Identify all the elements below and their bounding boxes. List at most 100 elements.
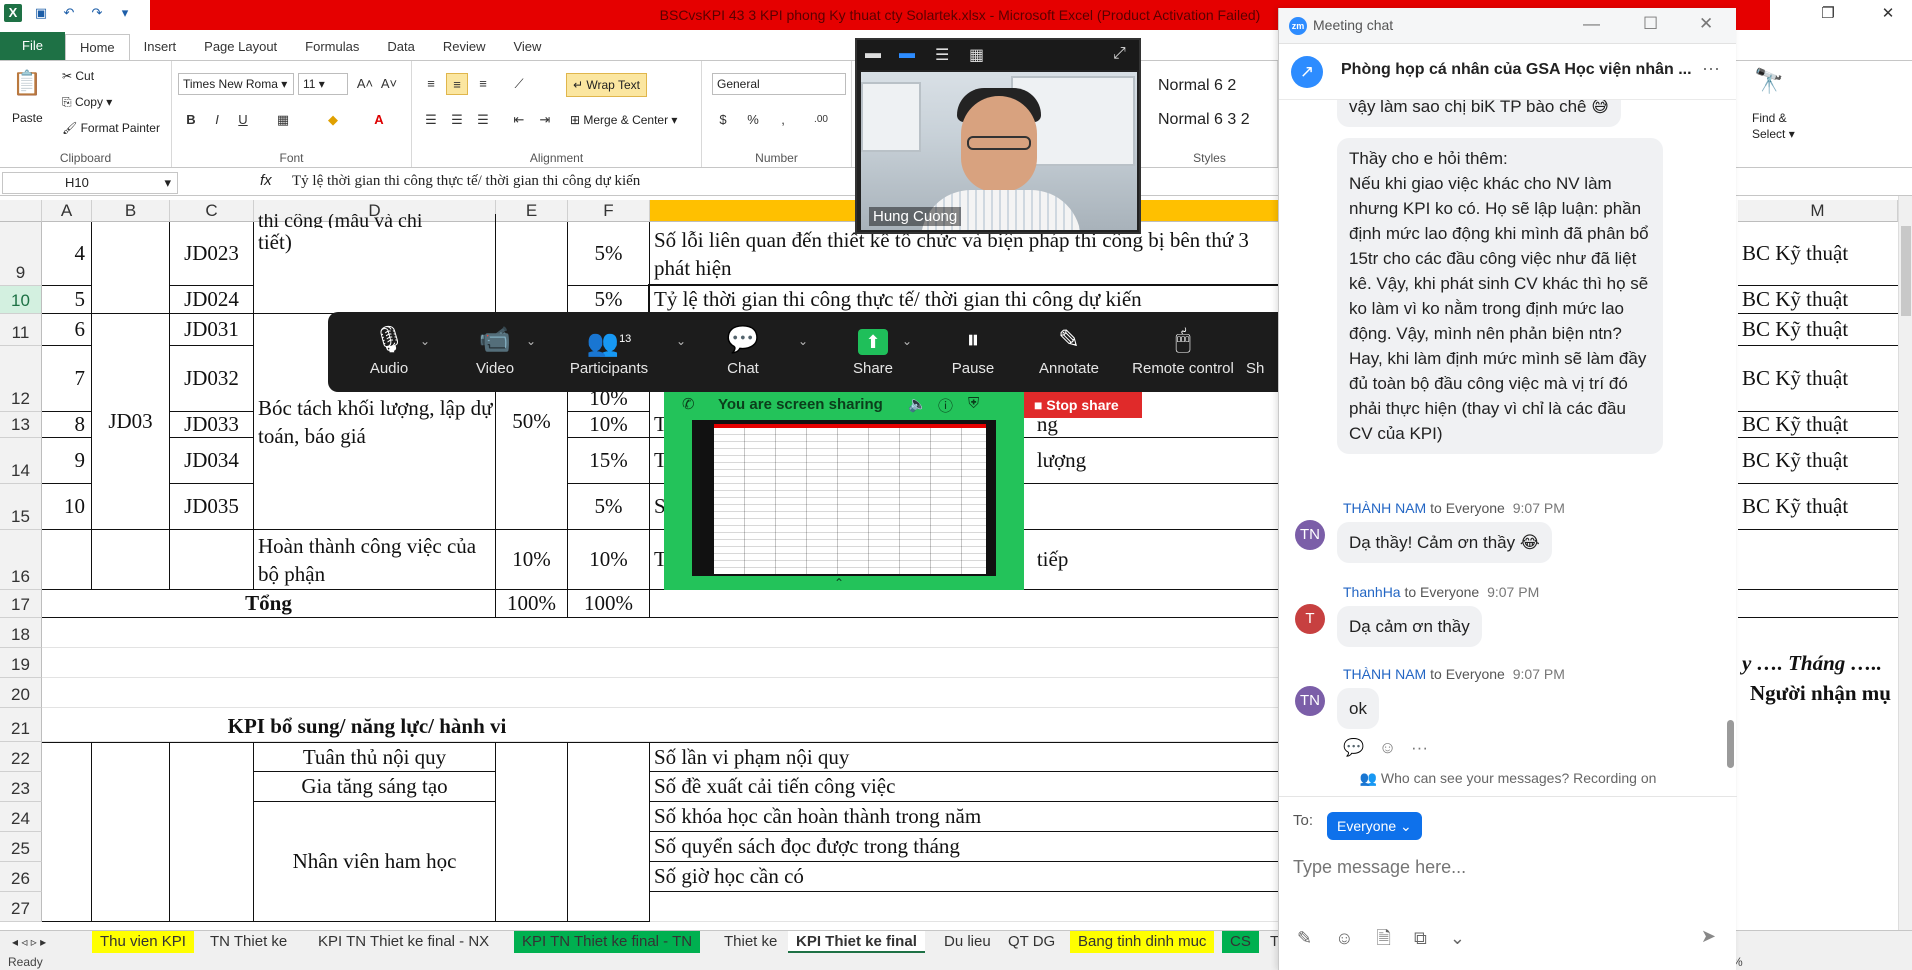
cell-m15[interactable]: BC Kỹ thuật: [1738, 484, 1898, 530]
cell-e16[interactable]: 10%: [496, 530, 568, 590]
tab-review[interactable]: Review: [429, 34, 500, 60]
comma-icon[interactable]: ,: [772, 109, 794, 131]
bold-icon[interactable]: B: [180, 109, 202, 131]
row-header-24[interactable]: 24: [0, 802, 42, 832]
cell-b9-merged[interactable]: [92, 222, 170, 314]
copy-button[interactable]: ⎘ Copy ▾: [62, 95, 112, 110]
paste-button[interactable]: Paste: [12, 111, 43, 125]
zoom-video-window[interactable]: ▬ ▬ ☰ ▦ ⤢ Hung Cuong: [855, 38, 1141, 234]
strip-view-icon[interactable]: ☰: [935, 45, 949, 65]
vertical-scrollbar[interactable]: [1898, 196, 1912, 930]
cell-d9-merged[interactable]: tiết): [254, 222, 496, 314]
more-actions-icon[interactable]: ···: [1411, 738, 1428, 757]
tab-home[interactable]: Home: [64, 34, 130, 60]
increase-indent-icon[interactable]: ⇥: [534, 109, 556, 131]
reply-icon[interactable]: 💬: [1343, 738, 1364, 757]
pause-share-button[interactable]: ⏸ Pause: [928, 322, 1018, 377]
cell-b16[interactable]: [92, 530, 170, 590]
video-button[interactable]: 📹 Video: [450, 322, 540, 377]
cell-a12[interactable]: 7: [42, 346, 92, 412]
recipient-select[interactable]: Everyone ⌄: [1327, 812, 1422, 840]
cell-m12[interactable]: BC Kỹ thuật: [1738, 346, 1898, 412]
cell-m17[interactable]: [1738, 590, 1898, 618]
send-icon[interactable]: ➤: [1701, 926, 1716, 947]
shield-icon[interactable]: ⛨: [968, 395, 979, 412]
customize-qat-icon[interactable]: ▾: [116, 4, 134, 22]
participants-button[interactable]: 👥13 Participants: [554, 322, 664, 377]
sheet-tab-kpi-tn-nx[interactable]: KPI TN Thiet ke final - NX: [310, 931, 497, 953]
restore-icon[interactable]: ❐: [1816, 4, 1840, 22]
cell-c22-col[interactable]: [170, 742, 254, 922]
row-header-18[interactable]: 18: [0, 618, 42, 648]
row-header-22[interactable]: 22: [0, 742, 42, 772]
font-size-select[interactable]: 11 ▾: [298, 73, 348, 95]
find-select-button[interactable]: Find &: [1752, 111, 1787, 125]
scroll-thumb[interactable]: [1901, 226, 1911, 316]
cell-m14[interactable]: BC Kỹ thuật: [1738, 438, 1898, 484]
cell-a10[interactable]: 5: [42, 286, 92, 314]
cell-c16[interactable]: [170, 530, 254, 590]
row-header-21[interactable]: 21: [0, 708, 42, 742]
cell-m10[interactable]: BC Kỹ thuật: [1738, 286, 1898, 314]
orientation-icon[interactable]: ⟋: [508, 73, 530, 95]
file-icon[interactable]: 🗎: [1377, 928, 1391, 948]
chat-message-input[interactable]: [1293, 850, 1713, 884]
row-header-16[interactable]: 16: [0, 530, 42, 590]
cell-c13[interactable]: JD033: [170, 412, 254, 438]
name-box-dropdown-icon[interactable]: ▾: [164, 173, 171, 193]
align-middle-icon[interactable]: ≡: [446, 73, 468, 95]
font-color-icon[interactable]: A: [368, 109, 390, 131]
emoji-reaction-icon[interactable]: ☺: [1379, 738, 1396, 757]
underline-icon[interactable]: U: [232, 109, 254, 131]
cell-c9[interactable]: JD023: [170, 222, 254, 286]
cell-d22[interactable]: Tuân thủ nội quy: [254, 742, 496, 772]
row-header-25[interactable]: 25: [0, 832, 42, 862]
sheet-tab-thiet-ke[interactable]: Thiet ke: [716, 931, 785, 953]
align-center-icon[interactable]: ☰: [446, 109, 468, 131]
cell-total-label[interactable]: Tổng: [42, 590, 496, 618]
chat-scroll-thumb[interactable]: [1727, 720, 1734, 768]
align-bottom-icon[interactable]: ≡: [472, 73, 494, 95]
cell-a22-col[interactable]: [42, 742, 92, 922]
sheet-tab-bang-tinh-dinh-muc[interactable]: Bang tinh dinh muc: [1070, 931, 1215, 953]
participants-caret-icon[interactable]: ⌄: [676, 334, 686, 348]
row-header-27[interactable]: 27: [0, 892, 42, 922]
row-header-19[interactable]: 19: [0, 648, 42, 678]
row-header-17[interactable]: 17: [0, 590, 42, 618]
tab-formulas[interactable]: Formulas: [291, 34, 373, 60]
cell-e22-col[interactable]: [496, 742, 568, 922]
audio-caret-icon[interactable]: ⌄: [420, 334, 430, 348]
cell-d24-merged[interactable]: Nhân viên ham học: [254, 802, 496, 922]
chat-caret-icon[interactable]: ⌄: [798, 334, 808, 348]
sheet-tab-cs[interactable]: CS: [1222, 931, 1259, 953]
cell-e17[interactable]: 100%: [496, 590, 568, 618]
row-header-10[interactable]: 10: [0, 286, 42, 314]
cell-d23[interactable]: Gia tăng sáng tạo: [254, 772, 496, 802]
cell-c14[interactable]: JD034: [170, 438, 254, 484]
video-caret-icon[interactable]: ⌄: [526, 334, 536, 348]
cell-g23[interactable]: Số đề xuất cải tiến công việc: [650, 772, 1280, 802]
cell-f22-col[interactable]: [568, 742, 650, 922]
avatar[interactable]: T: [1295, 604, 1325, 634]
align-right-icon[interactable]: ☰: [472, 109, 494, 131]
format-painter-button[interactable]: 🖌 Format Painter: [62, 121, 160, 135]
col-header-a[interactable]: A: [42, 200, 92, 222]
chat-scrollbar[interactable]: [1727, 100, 1735, 768]
cell-g25[interactable]: Số quyển sách đọc được trong tháng: [650, 832, 1280, 862]
style-normal-6-2[interactable]: Normal 6 2: [1158, 77, 1236, 95]
cell-g22[interactable]: Số lần vi phạm nội quy: [650, 742, 1280, 772]
style-normal-6-3-2[interactable]: Normal 6 3 2: [1158, 111, 1250, 129]
align-top-icon[interactable]: ≡: [420, 73, 442, 95]
cell-f14[interactable]: 15%: [568, 438, 650, 484]
percent-icon[interactable]: %: [742, 109, 764, 131]
cell-g26[interactable]: Số giờ học cần có: [650, 862, 1280, 892]
cell-g17[interactable]: [650, 590, 1280, 618]
cell-b11-merged[interactable]: JD03: [92, 314, 170, 530]
sheet-tab-qt-dg[interactable]: QT DG: [1000, 931, 1063, 953]
cell-a13[interactable]: 8: [42, 412, 92, 438]
paste-icon[interactable]: 📋: [12, 69, 42, 98]
cell-d16[interactable]: Hoàn thành công việc của bộ phận: [254, 530, 496, 590]
col-header-b[interactable]: B: [92, 200, 170, 222]
expand-video-icon[interactable]: ⤢: [1113, 45, 1126, 63]
kpi-supplement-title[interactable]: KPI bổ sung/ năng lực/ hành vi: [42, 712, 692, 740]
